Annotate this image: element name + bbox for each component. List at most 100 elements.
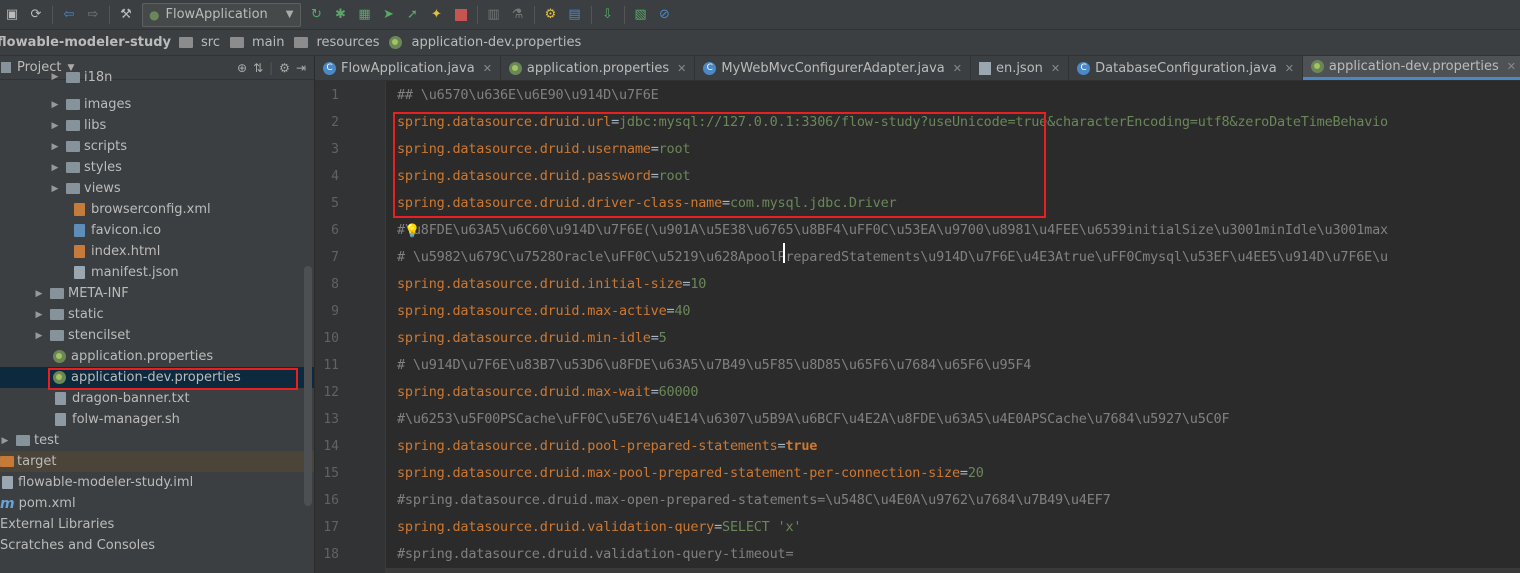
- code-line-1[interactable]: ## \u6570\u636E\u6E90\u914D\u7F6E: [397, 82, 659, 109]
- code-line-9[interactable]: spring.datasource.druid.max-active=40: [397, 298, 691, 325]
- code-line-17[interactable]: spring.datasource.druid.validation-query…: [397, 514, 802, 541]
- tree-item-application-properties[interactable]: application.properties: [0, 346, 314, 367]
- close-icon[interactable]: ✕: [1051, 62, 1060, 75]
- structure-icon[interactable]: ▥: [485, 6, 503, 24]
- code-line-12[interactable]: spring.datasource.druid.max-wait=60000: [397, 379, 698, 406]
- line-number: 13: [323, 412, 339, 427]
- settings-icon[interactable]: ⚙: [542, 6, 560, 24]
- project-scrollbar[interactable]: [304, 266, 312, 506]
- update-icon[interactable]: ⇩: [599, 6, 617, 24]
- debug-icon[interactable]: ✱: [332, 6, 350, 24]
- main-toolbar: ▣ ⟳ ⇦ ⇨ ⚒ ● FlowApplication ▼ ↻ ✱ ▦ ➤ ➚ …: [0, 0, 1520, 30]
- folder-icon: [50, 309, 64, 320]
- code-line-13[interactable]: #\u6253\u5F00PSCache\uFF0C\u5E76\u4E14\u…: [397, 406, 1230, 433]
- tab-application-dev-properties[interactable]: application-dev.properties ✕: [1302, 56, 1520, 80]
- tree-item-scratches[interactable]: Scratches and Consoles: [0, 535, 314, 556]
- tree-item-iml[interactable]: flowable-modeler-study.iml: [0, 472, 314, 493]
- sync-icon[interactable]: ⟳: [27, 6, 45, 24]
- coverage-icon[interactable]: ▦: [356, 6, 374, 24]
- tree-item-images[interactable]: ▶ images: [0, 94, 314, 115]
- stop-icon[interactable]: [452, 6, 470, 24]
- tab-application-properties[interactable]: application.properties ✕: [501, 56, 696, 80]
- tree-item-libs[interactable]: ▶ libs: [0, 115, 314, 136]
- tree-item-views[interactable]: ▶ views: [0, 178, 314, 199]
- tab-database-configuration[interactable]: C DatabaseConfiguration.java ✕: [1069, 56, 1303, 80]
- horizontal-scrollbar[interactable]: [386, 568, 1520, 573]
- run-jrebel-icon[interactable]: ➚: [404, 6, 422, 24]
- expand-arrow-icon[interactable]: ▶: [50, 121, 60, 131]
- tree-item-browserconfig[interactable]: browserconfig.xml: [0, 199, 314, 220]
- back-icon[interactable]: ⇦: [60, 6, 78, 24]
- tree-item-manifest[interactable]: manifest.json: [0, 262, 314, 283]
- project-structure-icon[interactable]: ▤: [566, 6, 584, 24]
- no-entry-icon[interactable]: ⊘: [656, 6, 674, 24]
- breadcrumb-item-file[interactable]: application-dev.properties: [411, 35, 581, 50]
- expand-arrow-icon[interactable]: ▶: [50, 163, 60, 173]
- class-icon: C: [1077, 61, 1091, 75]
- tree-item-stencilset[interactable]: ▶ stencilset: [0, 325, 314, 346]
- tree-item-test[interactable]: ▶ test: [0, 430, 314, 451]
- code-line-6[interactable]: #\u8FDE\u63A5\u6C60\u914D\u7F6E(\u901A\u…: [397, 217, 1388, 244]
- expand-arrow-icon[interactable]: ▶: [34, 289, 44, 299]
- expand-arrow-icon[interactable]: ▶: [50, 142, 60, 152]
- code-line-14[interactable]: spring.datasource.druid.pool-prepared-st…: [397, 433, 817, 460]
- forward-icon[interactable]: ⇨: [84, 6, 102, 24]
- expand-arrow-icon[interactable]: ▶: [50, 100, 60, 110]
- tab-en-json[interactable]: en.json ✕: [971, 56, 1070, 80]
- toolbar-separator: [109, 5, 110, 24]
- spring-config-icon: [389, 36, 403, 49]
- code-line-7[interactable]: # \u5982\u679C\u7528Oracle\uFF0C\u5219\u…: [397, 244, 1388, 271]
- expand-arrow-icon[interactable]: ▶: [50, 72, 60, 82]
- folder-icon: [229, 37, 244, 48]
- breadcrumb-item-resources[interactable]: resources: [316, 35, 407, 50]
- lightbulb-icon[interactable]: 💡: [404, 224, 420, 239]
- activity-monitor-icon[interactable]: ▧: [632, 6, 650, 24]
- breadcrumb-item-main[interactable]: main: [252, 35, 312, 50]
- expand-arrow-icon[interactable]: ▶: [34, 331, 44, 341]
- close-icon[interactable]: ✕: [1285, 62, 1294, 75]
- run-configuration-select[interactable]: ● FlowApplication ▼: [142, 2, 301, 27]
- expand-arrow-icon[interactable]: ▶: [34, 310, 44, 320]
- tree-item-pom[interactable]: m pom.xml: [0, 493, 314, 514]
- expand-arrow-icon[interactable]: ▶: [50, 184, 60, 194]
- tab-flow-application[interactable]: C FlowApplication.java ✕: [315, 56, 501, 80]
- code-line-18[interactable]: #spring.datasource.druid.validation-quer…: [397, 541, 794, 568]
- tree-item-scripts[interactable]: ▶ scripts: [0, 136, 314, 157]
- breadcrumb-item-src[interactable]: src: [201, 35, 248, 50]
- tree-item-favicon[interactable]: favicon.ico: [0, 220, 314, 241]
- close-icon[interactable]: ✕: [1507, 60, 1516, 73]
- profile-icon[interactable]: ➤: [380, 6, 398, 24]
- tree-item-index-html[interactable]: index.html: [0, 241, 314, 262]
- spring-config-icon: [53, 350, 66, 363]
- code-line-10[interactable]: spring.datasource.druid.min-idle=5: [397, 325, 667, 352]
- folder-icon: [66, 99, 80, 110]
- close-icon[interactable]: ✕: [677, 62, 686, 75]
- tree-item-external-libraries[interactable]: External Libraries: [0, 514, 314, 535]
- maven-icon[interactable]: ⚗: [509, 6, 527, 24]
- save-icon[interactable]: ▣: [3, 6, 21, 24]
- tree-item-target[interactable]: target: [0, 451, 314, 472]
- close-icon[interactable]: ✕: [953, 62, 962, 75]
- code-line-11[interactable]: # \u914D\u7F6E\u83B7\u53D6\u8FDE\u63A5\u…: [397, 352, 1031, 379]
- expand-arrow-icon[interactable]: ▶: [0, 436, 10, 446]
- toolbar-separator: [590, 5, 592, 24]
- code-line-15[interactable]: spring.datasource.druid.max-pool-prepare…: [397, 460, 984, 487]
- code-line-16[interactable]: #spring.datasource.druid.max-open-prepar…: [397, 487, 1111, 514]
- tree-item-dragon-banner[interactable]: dragon-banner.txt: [0, 388, 314, 409]
- code-line-8[interactable]: spring.datasource.druid.initial-size=10: [397, 271, 706, 298]
- tree-item-folw-manager[interactable]: folw-manager.sh: [0, 409, 314, 430]
- rerun-icon[interactable]: ↻: [308, 6, 326, 24]
- tab-mvc-configurer[interactable]: C MyWebMvcConfigurerAdapter.java ✕: [695, 56, 971, 80]
- close-icon[interactable]: ✕: [483, 62, 492, 75]
- breadcrumb-item-project[interactable]: flowable-modeler-study: [0, 35, 197, 50]
- tree-item-styles[interactable]: ▶ styles: [0, 157, 314, 178]
- tree-item-static[interactable]: ▶ static: [0, 304, 314, 325]
- run-configuration-label: FlowApplication: [165, 7, 268, 22]
- html-file-icon: [74, 245, 85, 258]
- build-icon[interactable]: ⚒: [117, 6, 135, 24]
- tree-item-meta-inf[interactable]: ▶ META-INF: [0, 283, 314, 304]
- toolbar-separator: [533, 5, 535, 24]
- tree-item-i18n[interactable]: ▶ i18n: [0, 70, 314, 84]
- debug-jrebel-icon[interactable]: ✦: [428, 6, 446, 24]
- line-number: 1: [331, 88, 339, 103]
